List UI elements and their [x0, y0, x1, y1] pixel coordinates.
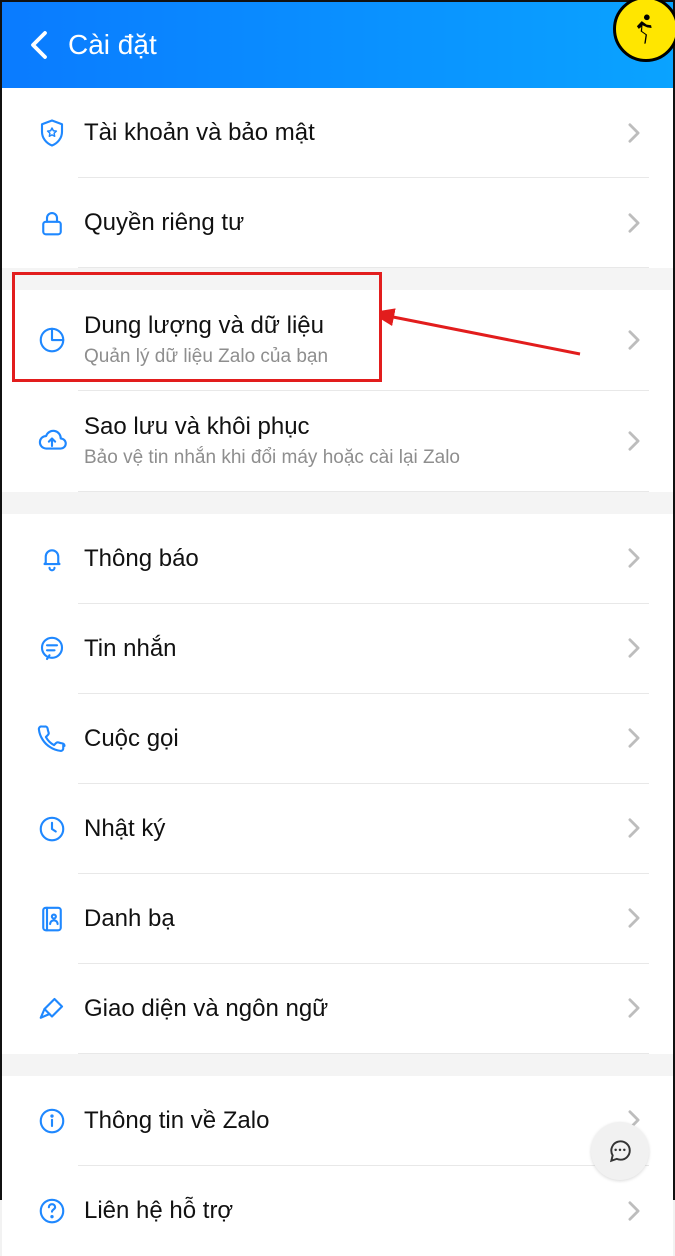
chevron-right-icon: [619, 694, 649, 784]
bell-icon: [26, 544, 78, 574]
question-icon: [26, 1196, 78, 1226]
row-body: Nhật ký: [78, 784, 619, 874]
chevron-right-icon: [619, 391, 649, 492]
row-subtitle: Quản lý dữ liệu Zalo của bạn: [84, 345, 619, 370]
row-body: Giao diện và ngôn ngữ: [78, 964, 619, 1054]
message-icon: [26, 634, 78, 664]
phone-icon: [26, 724, 78, 754]
row-label: Giao diện và ngôn ngữ: [84, 993, 619, 1024]
settings-list: Tài khoản và bảo mật Quyền riêng tư Dung l…: [2, 88, 673, 1256]
row-body: Sao lưu và khôi phục Bảo vệ tin nhắn khi …: [78, 391, 619, 492]
settings-row-storage-data[interactable]: Dung lượng và dữ liệu Quản lý dữ liệu Zal…: [2, 290, 673, 391]
settings-row-account-security[interactable]: Tài khoản và bảo mật: [2, 88, 673, 178]
row-label: Quyền riêng tư: [84, 207, 619, 238]
shield-star-icon: [26, 118, 78, 148]
row-label: Danh bạ: [84, 903, 619, 934]
settings-row-privacy[interactable]: Quyền riêng tư: [2, 178, 673, 268]
clock-icon: [26, 814, 78, 844]
row-label: Thông báo: [84, 543, 619, 574]
chevron-right-icon: [619, 874, 649, 964]
brush-icon: [26, 994, 78, 1024]
row-subtitle: Bảo vệ tin nhắn khi đổi máy hoặc cài lại…: [84, 446, 619, 471]
row-body: Dung lượng và dữ liệu Quản lý dữ liệu Zal…: [78, 290, 619, 391]
row-body: Tin nhắn: [78, 604, 619, 694]
settings-row-contacts[interactable]: Danh bạ: [2, 874, 673, 964]
book-icon: [26, 904, 78, 934]
chevron-right-icon: [619, 290, 649, 391]
settings-row-messages[interactable]: Tin nhắn: [2, 604, 673, 694]
row-body: Quyền riêng tư: [78, 178, 619, 268]
settings-row-support[interactable]: Liên hệ hỗ trợ: [2, 1166, 673, 1256]
settings-row-backup-restore[interactable]: Sao lưu và khôi phục Bảo vệ tin nhắn khi …: [2, 391, 673, 492]
lock-icon: [26, 208, 78, 238]
row-body: Cuộc gọi: [78, 694, 619, 784]
section-divider: [2, 1054, 673, 1076]
section-divider: [2, 268, 673, 290]
row-label: Sao lưu và khôi phục: [84, 411, 619, 442]
back-button[interactable]: [24, 30, 54, 60]
row-label: Cuộc gọi: [84, 723, 619, 754]
info-icon: [26, 1106, 78, 1136]
row-body: Thông tin về Zalo: [78, 1076, 619, 1166]
settings-row-timeline[interactable]: Nhật ký: [2, 784, 673, 874]
row-body: Liên hệ hỗ trợ: [78, 1166, 619, 1256]
page-title: Cài đặt: [54, 29, 615, 61]
row-body: Thông báo: [78, 514, 619, 604]
row-label: Dung lượng và dữ liệu: [84, 310, 619, 341]
settings-row-ui-language[interactable]: Giao diện và ngôn ngữ: [2, 964, 673, 1054]
row-label: Tin nhắn: [84, 633, 619, 664]
app-header: Cài đặt: [2, 2, 673, 88]
section-divider: [2, 492, 673, 514]
pie-icon: [26, 325, 78, 355]
chat-fab[interactable]: [591, 1122, 649, 1180]
row-body: Tài khoản và bảo mật: [78, 88, 619, 178]
chevron-right-icon: [619, 88, 649, 178]
row-label: Nhật ký: [84, 813, 619, 844]
chevron-right-icon: [619, 964, 649, 1054]
row-label: Thông tin về Zalo: [84, 1105, 619, 1136]
settings-row-about[interactable]: Thông tin về Zalo: [2, 1076, 673, 1166]
settings-screen: Cài đặt Tài khoản và bảo mật Quyền riêng …: [0, 0, 675, 1200]
settings-row-notifications[interactable]: Thông báo: [2, 514, 673, 604]
chevron-right-icon: [619, 604, 649, 694]
chevron-right-icon: [619, 784, 649, 874]
chevron-right-icon: [619, 514, 649, 604]
settings-row-calls[interactable]: Cuộc gọi: [2, 694, 673, 784]
chevron-right-icon: [619, 178, 649, 268]
row-body: Danh bạ: [78, 874, 619, 964]
row-label: Tài khoản và bảo mật: [84, 117, 619, 148]
cloud-up-icon: [26, 426, 78, 456]
running-man-badge: [613, 0, 675, 62]
